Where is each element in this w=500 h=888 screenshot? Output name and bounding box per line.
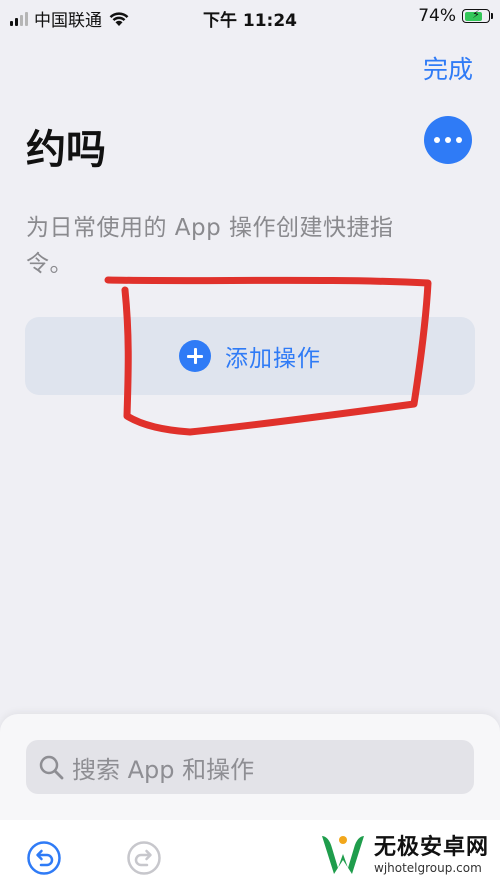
shortcut-title[interactable]: 约吗 xyxy=(26,117,106,175)
status-bar: 中国联通 下午 11:24 74% ⚡ xyxy=(0,0,500,34)
shortcut-editor-screen: 中国联通 下午 11:24 74% ⚡ 完成 约吗 为日常使用的 App 操作创… xyxy=(0,0,500,888)
search-input[interactable]: 搜索 App 和操作 xyxy=(26,740,474,794)
watermark-url: wjhotelgroup.com xyxy=(374,860,482,875)
status-right: 74% ⚡ xyxy=(418,6,493,26)
ellipsis-icon xyxy=(434,137,440,143)
watermark-text: 无极安卓网 wjhotelgroup.com xyxy=(374,834,490,875)
charging-bolt-icon: ⚡ xyxy=(472,8,480,21)
ellipsis-dot xyxy=(456,137,462,143)
watermark-logo-icon xyxy=(322,836,364,874)
undo-icon xyxy=(27,841,61,875)
plus-circle-icon xyxy=(179,340,211,372)
shortcut-description: 为日常使用的 App 操作创建快捷指令。 xyxy=(26,215,394,277)
redo-button[interactable] xyxy=(126,840,162,876)
add-action-button[interactable]: 添加操作 xyxy=(25,317,475,395)
redo-icon xyxy=(127,841,161,875)
add-action-label: 添加操作 xyxy=(225,346,321,372)
done-button[interactable]: 完成 xyxy=(423,50,473,86)
battery-charging-icon: ⚡ xyxy=(462,8,493,23)
battery-percent: 74% xyxy=(418,6,456,26)
ellipsis-dot xyxy=(445,137,451,143)
more-options-button[interactable] xyxy=(424,116,472,164)
search-placeholder: 搜索 App 和操作 xyxy=(72,755,255,784)
undo-button[interactable] xyxy=(26,840,62,876)
watermark-title: 无极安卓网 xyxy=(374,834,490,860)
watermark: 无极安卓网 wjhotelgroup.com xyxy=(318,832,489,878)
magnifier-icon xyxy=(39,755,64,780)
